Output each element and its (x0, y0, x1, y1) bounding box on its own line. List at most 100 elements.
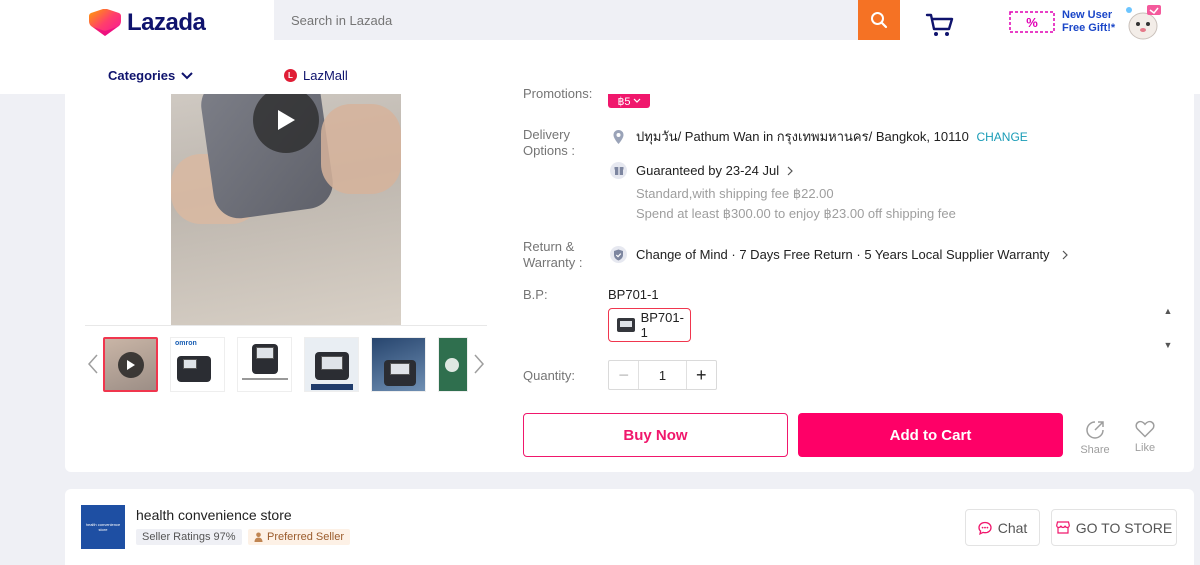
thumb-screen (256, 347, 274, 359)
chat-button[interactable]: Chat (965, 509, 1040, 546)
thumb-circle (445, 358, 459, 372)
cart-icon[interactable] (925, 9, 955, 39)
thumbnail-image[interactable] (304, 337, 359, 392)
chevron-right-icon (1062, 250, 1068, 260)
chat-label: Chat (997, 519, 1028, 536)
search-input[interactable] (274, 0, 858, 40)
store-logo[interactable]: health convenience store (81, 505, 125, 549)
delivery-address-row: ปทุมวัน/ Pathum Wan in กรุงเทพมหานคร/ Ba… (636, 129, 1028, 145)
thumb-screen (321, 356, 343, 370)
lazmall-icon: L (284, 69, 297, 82)
quantity-input[interactable]: 1 (638, 361, 687, 389)
thumbnail-video[interactable] (103, 337, 158, 392)
coupon-text: % (1026, 15, 1038, 30)
share-label: Share (1080, 444, 1110, 456)
variant-label: B.P: (523, 287, 548, 302)
quantity-stepper: − 1 + (608, 360, 717, 390)
chat-icon (978, 521, 992, 535)
play-icon (117, 351, 144, 378)
search-bar (274, 0, 900, 40)
promotion-badge[interactable]: ฿5 (608, 94, 650, 108)
return-warranty-label: Return & Warranty : (523, 239, 582, 271)
store-info-card: health convenience store health convenie… (65, 489, 1194, 565)
variant-thumb (617, 318, 635, 332)
like-button[interactable]: Like (1128, 420, 1162, 454)
thumb-line (242, 378, 288, 380)
quantity-increase-button[interactable]: + (687, 361, 716, 389)
divider (85, 325, 487, 326)
delivery-address: ปทุมวัน/ Pathum Wan in กรุงเทพมหานคร/ Ba… (636, 129, 969, 144)
warranty-row[interactable]: Change of Mind · 7 Days Free Return · 5 … (636, 247, 1068, 263)
lazmall-label: LazMall (303, 68, 348, 83)
seller-rating-badge: Seller Ratings 97% (136, 529, 242, 545)
thumb-screen (183, 359, 197, 369)
product-detail-card: omron Promotions: ฿5 Delivery Options: … (65, 86, 1194, 472)
coupon-icon: % (1009, 11, 1055, 33)
thumbnail-image[interactable] (237, 337, 292, 392)
buy-now-button[interactable]: Buy Now (523, 413, 788, 457)
thumb-bar (311, 384, 353, 390)
new-user-promo[interactable]: % New User Free Gift!* (1008, 2, 1165, 42)
logo-text: Lazada (127, 9, 206, 36)
carousel-next-button[interactable] (471, 349, 487, 379)
guaranteed-row[interactable]: Guaranteed by 23-24 Jul (636, 163, 793, 179)
share-button[interactable]: Share (1078, 420, 1112, 456)
lazada-heart-icon (89, 9, 121, 36)
thumb-screen (390, 363, 410, 375)
carousel-prev-button[interactable] (85, 349, 101, 379)
play-icon (278, 110, 295, 130)
preferred-seller-label: Preferred Seller (267, 531, 345, 543)
search-button[interactable] (858, 0, 900, 40)
variant-selected-text: BP701-1 (608, 287, 659, 302)
categories-menu[interactable]: Categories (108, 68, 193, 83)
product-video[interactable] (171, 94, 401, 325)
promo-text: New User Free Gift!* (1062, 9, 1115, 35)
mascot-icon (1126, 5, 1162, 40)
lazmall-link[interactable]: L LazMall (284, 68, 348, 83)
chevron-left-icon (88, 354, 98, 374)
thumbnail-image[interactable]: omron (170, 337, 225, 392)
promotion-value: ฿5 (617, 95, 631, 108)
delivery-label: Delivery Options : (523, 127, 575, 159)
shipping-offer-text: Spend at least ฿300.00 to enjoy ฿23.00 o… (636, 206, 956, 221)
chevron-down-icon (633, 98, 640, 103)
guaranteed-text: Guaranteed by 23-24 Jul (636, 163, 780, 178)
store-icon (1055, 521, 1070, 534)
video-frame-hand (321, 104, 401, 194)
site-header: Lazada % New User Free Gift!* (0, 0, 1200, 94)
go-to-store-button[interactable]: GO TO STORE (1051, 509, 1177, 546)
return-label-line-2: Warranty : (523, 255, 583, 270)
chevron-right-icon (474, 354, 484, 374)
share-icon (1086, 421, 1104, 439)
heart-icon (1135, 420, 1155, 438)
delivery-label-line-2: Options : (523, 143, 576, 158)
delivery-label-line-1: Delivery (523, 127, 570, 142)
variant-scroll[interactable]: ▲ ▼ (1162, 306, 1174, 350)
return-label-line-1: Return & (523, 239, 575, 254)
quantity-decrease-button[interactable]: − (609, 361, 638, 389)
change-address-link[interactable]: CHANGE (976, 130, 1027, 144)
variant-option-label: BP701-1 (640, 310, 684, 340)
shipping-fee-text: Standard,with shipping fee ฿22.00 (636, 186, 834, 201)
thumbnail-image[interactable] (438, 337, 468, 392)
preferred-seller-badge: Preferred Seller (248, 529, 351, 545)
categories-label: Categories (108, 68, 176, 83)
promo-line-1: New User (1062, 9, 1113, 21)
thumbnail-image[interactable] (371, 337, 426, 392)
search-icon (871, 12, 888, 29)
scroll-down-icon[interactable]: ▼ (1164, 340, 1173, 350)
package-icon (610, 162, 627, 179)
store-name[interactable]: health convenience store (136, 507, 292, 523)
location-pin-icon (610, 128, 627, 145)
shield-check-icon (610, 246, 627, 263)
variant-option-bp701-1[interactable]: BP701-1 (608, 308, 691, 342)
promotions-label: Promotions: (523, 86, 593, 101)
lazada-logo[interactable]: Lazada (89, 9, 206, 37)
add-to-cart-button[interactable]: Add to Cart (798, 413, 1063, 457)
thumbnail-carousel: omron (85, 337, 487, 393)
go-to-store-label: GO TO STORE (1075, 519, 1173, 536)
promo-line-2: Free Gift!* (1062, 22, 1116, 34)
person-icon (254, 532, 263, 542)
chevron-down-icon (181, 71, 193, 79)
scroll-up-icon[interactable]: ▲ (1164, 306, 1173, 316)
